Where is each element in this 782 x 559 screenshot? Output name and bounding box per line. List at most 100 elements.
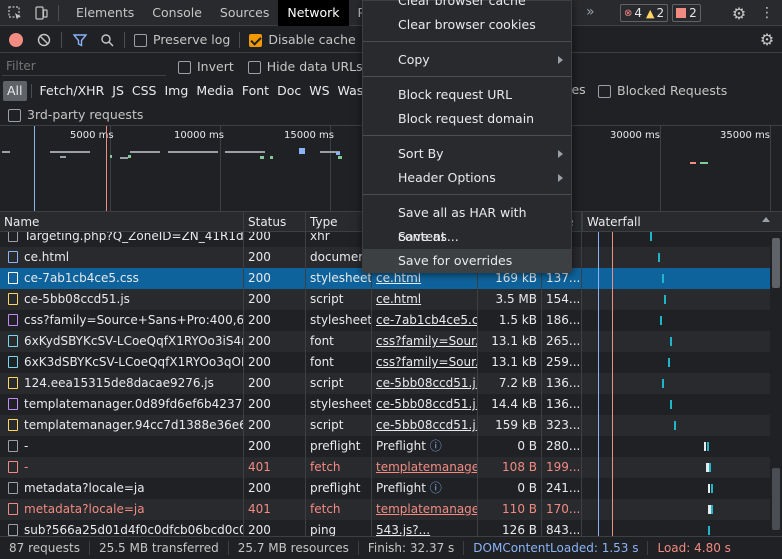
more-options-icon[interactable]: ⋮: [760, 4, 774, 22]
filter-media[interactable]: Media: [192, 81, 238, 101]
blocked-requests-checkbox[interactable]: Blocked Requests: [598, 83, 727, 98]
filter-input[interactable]: [2, 56, 166, 76]
initiator-link[interactable]: Preflight: [376, 481, 426, 495]
preflight-icon[interactable]: ⓘ: [426, 481, 442, 495]
column-waterfall[interactable]: Waterfall: [582, 212, 782, 232]
table-row[interactable]: sub?566a25d01d4f0c0dfcb06bcd0c0... 200 pin…: [0, 520, 782, 536]
cell-name: -: [0, 457, 244, 478]
menu-save-as[interactable]: Save as...: [363, 225, 571, 249]
initiator-link[interactable]: ce-5bb08ccd51.j...: [376, 397, 477, 411]
hide-data-urls-box[interactable]: [247, 60, 261, 74]
cell-status: 200: [244, 415, 306, 436]
table-row[interactable]: 124.eea15315de8dacae9276.js 200 script ce-5…: [0, 373, 782, 394]
waterfall-bar: [664, 295, 666, 304]
issues-counter[interactable]: ⊗ 4 ▲ 2 2: [620, 4, 705, 22]
third-party-checkbox[interactable]: 3rd-party requests: [8, 107, 143, 122]
table-row[interactable]: css?family=Source+Sans+Pro:400,600,...20…: [0, 310, 782, 331]
record-button[interactable]: [9, 32, 23, 47]
table-row[interactable]: -200 preflight Preflight ⓘ 0 B 280...: [0, 436, 782, 457]
filter-ws[interactable]: WS: [305, 81, 333, 101]
request-name: Targeting.php?Q_ZoneID=ZN_41R1dP...: [24, 232, 244, 243]
menu-copy[interactable]: Copy: [363, 48, 571, 72]
divider: [30, 84, 32, 98]
tab-console[interactable]: Console: [143, 0, 211, 26]
invert-box[interactable]: [178, 60, 191, 74]
tab-elements[interactable]: Elements: [67, 0, 143, 26]
clear-icon[interactable]: [37, 33, 51, 47]
hide-data-urls-checkbox[interactable]: Hide data URLs: [247, 59, 363, 74]
scrollbar[interactable]: [770, 232, 782, 536]
scrollbar-thumb-lower[interactable]: [772, 468, 780, 530]
cell-initiator: ce-5bb08ccd51.j...: [372, 373, 478, 394]
invert-checkbox[interactable]: Invert: [178, 59, 234, 74]
initiator-link[interactable]: css?family=Sour...: [376, 355, 477, 369]
cell-type: font: [306, 331, 372, 352]
cell-time: 136...: [542, 394, 582, 415]
cell-waterfall: [582, 373, 770, 394]
menu-block-request-url[interactable]: Block request URL: [363, 83, 571, 107]
table-row[interactable]: templatemanager.94cc7d1388e36e64... 200 sc…: [0, 415, 782, 436]
cell-type: script: [306, 415, 372, 436]
cell-status: 200: [244, 247, 306, 268]
blocked-requests-box[interactable]: [598, 85, 611, 98]
menu-header-options[interactable]: Header Options: [363, 166, 571, 190]
table-row[interactable]: 6xKydSBYKcSV-LCoeQqfX1RYOo3iS4r... 200 fon…: [0, 331, 782, 352]
initiator-link[interactable]: ce.html: [376, 292, 421, 306]
table-row[interactable]: ce-5bb08ccd51.js 200 script ce.html 3.5 MB 15…: [0, 289, 782, 310]
cell-name: -: [0, 436, 244, 457]
preflight-icon[interactable]: ⓘ: [426, 439, 442, 453]
filter-fetch-xhr[interactable]: Fetch/XHR: [36, 81, 109, 101]
tab-sources[interactable]: Sources: [211, 0, 278, 26]
status-bar: 87 requests 25.5 MB transferred 25.7 MB …: [0, 536, 782, 559]
menu-block-request-domain[interactable]: Block request domain: [363, 107, 571, 131]
third-party-box[interactable]: [8, 108, 21, 122]
menu-sort-by[interactable]: Sort By: [363, 142, 571, 166]
disable-cache-box[interactable]: [249, 34, 263, 47]
initiator-link[interactable]: ce.html: [376, 271, 421, 285]
menu-clear-browser-cookies[interactable]: Clear browser cookies: [363, 13, 571, 37]
network-settings-gear-icon[interactable]: ⚙: [758, 30, 776, 49]
fetch-file-icon: [8, 461, 18, 473]
column-name[interactable]: Name: [0, 212, 244, 232]
initiator-link[interactable]: 543.js?...: [376, 523, 430, 536]
waterfall-bar: [674, 421, 676, 430]
preserve-log-checkbox[interactable]: Preserve log: [134, 32, 230, 47]
submenu-arrow-icon: [558, 56, 563, 64]
inspect-element-icon[interactable]: [2, 0, 28, 26]
column-status[interactable]: Status: [244, 212, 306, 232]
initiator-link[interactable]: Preflight: [376, 439, 426, 453]
table-row[interactable]: metadata?locale=ja 200 preflight Preflight …: [0, 478, 782, 499]
initiator-link[interactable]: css?family=Sour...: [376, 334, 477, 348]
submenu-arrow-icon: [558, 174, 563, 182]
menu-save-for-overrides[interactable]: Save for overrides: [363, 249, 571, 273]
preserve-log-box[interactable]: [134, 34, 147, 47]
scrollbar-thumb[interactable]: [772, 238, 780, 288]
filter-js[interactable]: JS: [108, 81, 128, 101]
initiator-link[interactable]: templatemanage...: [376, 502, 477, 516]
table-row[interactable]: metadata?locale=ja 401 fetch templatemanage…: [0, 499, 782, 520]
menu-save-all-as-har[interactable]: Save all as HAR with content: [363, 201, 571, 244]
filter-font[interactable]: Font: [238, 81, 273, 101]
more-tabs-icon[interactable]: »: [586, 0, 595, 26]
menu-clear-browser-cache[interactable]: Clear browser cache: [363, 0, 571, 13]
initiator-link[interactable]: ce-5bb08ccd51.j...: [376, 376, 477, 390]
filter-img[interactable]: Img: [161, 81, 193, 101]
table-row[interactable]: - 401fetch templatemanage...108 B199...: [0, 457, 782, 478]
fetch-file-icon: [8, 503, 18, 515]
disable-cache-checkbox[interactable]: Disable cache: [249, 32, 356, 47]
initiator-link[interactable]: templatemanage...: [376, 460, 477, 474]
initiator-link[interactable]: ce-7ab1cb4ce5.c...: [376, 313, 477, 327]
search-icon[interactable]: [100, 33, 114, 47]
settings-gear-icon[interactable]: ⚙: [730, 4, 748, 23]
filter-doc[interactable]: Doc: [273, 81, 305, 101]
tab-network[interactable]: Network: [278, 0, 349, 26]
table-row[interactable]: templatemanager.0d89fd6ef6b4237b4...200s…: [0, 394, 782, 415]
filter-css[interactable]: CSS: [128, 81, 161, 101]
divider: [58, 4, 59, 21]
initiator-link[interactable]: ce-5bb08ccd51.j...: [376, 418, 477, 432]
filter-icon[interactable]: [72, 33, 88, 47]
request-name: sub?566a25d01d4f0c0dfcb06bcd0c0...: [24, 523, 244, 536]
device-toolbar-icon[interactable]: [28, 0, 54, 26]
table-row[interactable]: 6xK3dSBYKcSV-LCoeQqfX1RYOo3qOK... 200 font…: [0, 352, 782, 373]
filter-all[interactable]: All: [3, 81, 27, 101]
